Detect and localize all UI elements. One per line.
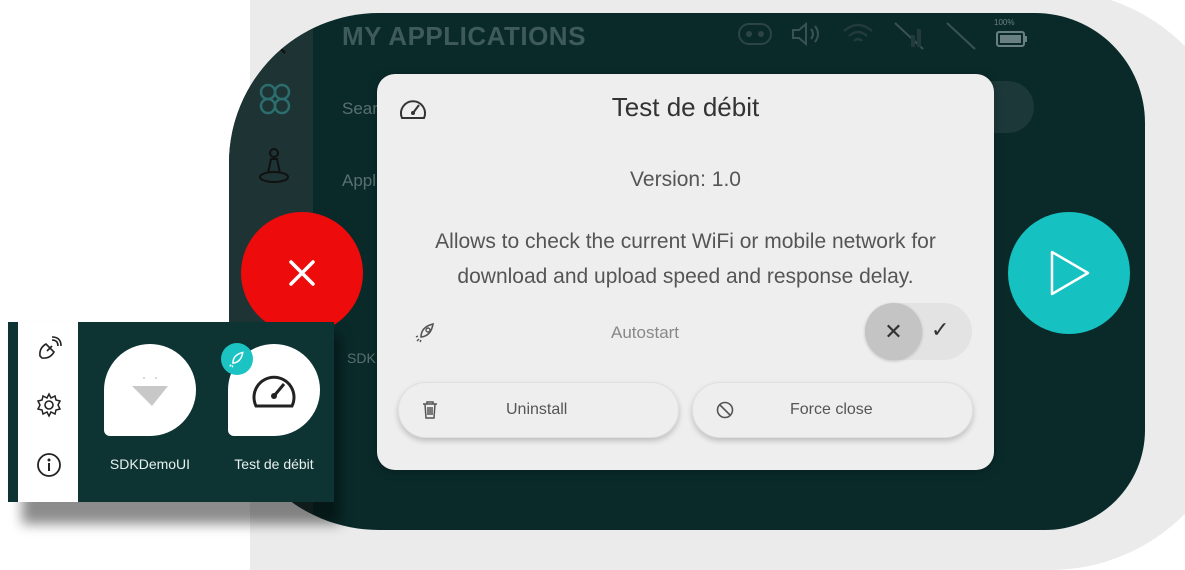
uninstall-label: Uninstall — [506, 401, 568, 418]
rocket-icon — [229, 351, 244, 368]
autostart-toggle[interactable]: ✕ ✓ — [865, 303, 972, 360]
dialog-title: Test de débit — [611, 92, 760, 122]
app-description: Allows to check the current WiFi or mobi… — [435, 230, 936, 288]
inset-sidebar — [18, 322, 78, 502]
uninstall-button[interactable]: Uninstall — [398, 382, 679, 438]
device-search-label: Sear — [342, 99, 378, 118]
force-close-label: Force close — [790, 401, 873, 418]
autostart-label: Autostart — [611, 323, 680, 342]
play-icon — [1050, 250, 1090, 296]
autostart-badge — [221, 343, 253, 375]
inset-app-grid: SDKDemoUI Test de débit — [8, 322, 334, 502]
signal-off-icon — [894, 22, 924, 50]
volume-icon — [792, 21, 819, 47]
device-apps-label: Appl — [342, 171, 377, 190]
device-title: MY APPLICATIONS — [342, 21, 586, 51]
app-version: Version: 1.0 — [630, 168, 741, 191]
close-button[interactable] — [241, 212, 363, 334]
app-tile-sdkdemoui[interactable] — [104, 344, 196, 436]
close-icon — [289, 260, 315, 286]
launch-button[interactable] — [1008, 212, 1130, 334]
rocket-icon — [415, 322, 434, 343]
trash-icon — [423, 401, 437, 419]
close-icon[interactable] — [263, 31, 289, 57]
battery-icon — [996, 31, 1027, 47]
ban-icon — [716, 401, 734, 419]
battery-percent: 100% — [994, 18, 1015, 27]
app-details-dialog: Test de débit Version: 1.0 Allows to che… — [377, 74, 994, 470]
apps-icon[interactable] — [257, 81, 293, 117]
signal-off-icon-2 — [946, 22, 976, 50]
check-icon[interactable]: ✓ — [931, 317, 949, 343]
satellite-icon[interactable] — [36, 336, 62, 362]
info-icon[interactable] — [36, 452, 62, 478]
toggle-off-knob[interactable]: ✕ — [865, 303, 922, 360]
sdk-demo-app-icon — [132, 377, 168, 406]
robot-face-icon — [738, 23, 772, 45]
gear-icon[interactable] — [36, 392, 62, 418]
force-close-button[interactable]: Force close — [692, 382, 973, 438]
wifi-icon — [843, 23, 873, 42]
app-label-sdkdemoui: SDKDemoUI — [109, 456, 191, 472]
device-sdk-label: SDK — [347, 350, 376, 366]
robot-stand-icon[interactable] — [257, 147, 291, 185]
app-label-test-de-debit: Test de débit — [234, 456, 314, 472]
